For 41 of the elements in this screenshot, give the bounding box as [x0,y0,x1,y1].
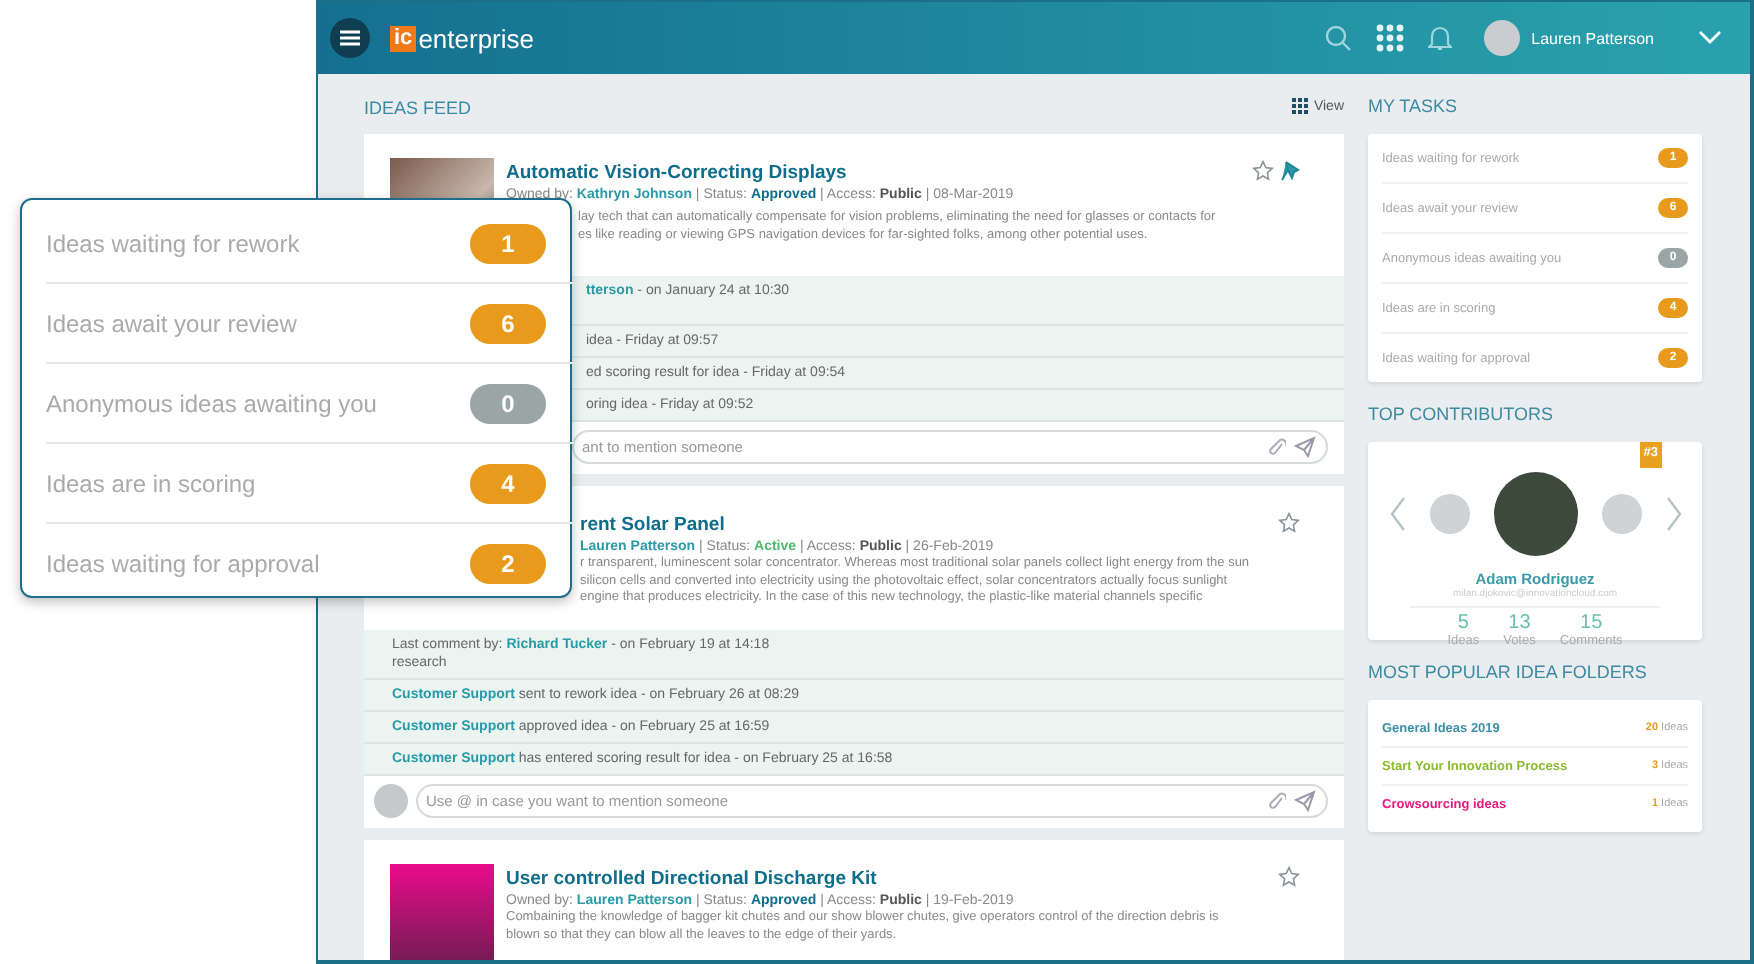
user-name[interactable]: Lauren Patterson [1531,29,1654,47]
send-icon[interactable] [1294,436,1316,458]
task-item[interactable]: Anonymous ideas awaiting you 0 [46,364,574,444]
chevron-down-icon[interactable] [1698,30,1722,46]
section-title: MY TASKS [1368,94,1460,120]
star-icon[interactable] [1278,512,1300,534]
task-item[interactable]: Ideas are in scoring 4 [46,444,574,524]
count-badge: 0 [470,383,546,423]
idea-title-link[interactable]: User controlled Directional Discharge Kit [506,866,877,892]
section-title: TOP CONTRIBUTORS [1368,402,1556,428]
paperclip-icon[interactable] [1268,436,1286,458]
count-badge: 2 [470,543,546,583]
bell-icon[interactable] [1427,24,1452,52]
section-title: IDEAS FEED [364,96,472,122]
star-icon[interactable] [1252,160,1274,182]
logo-mark: ic [390,25,417,51]
task-item[interactable]: Ideas await your review 6 [46,284,574,364]
idea-title-link[interactable]: Automatic Vision-Correcting Displays [506,160,847,186]
grid-icon [1291,98,1308,114]
menu-icon [340,30,360,46]
idea-title-link[interactable]: rent Solar Panel [580,512,725,538]
chevron-left-icon[interactable] [1389,496,1405,532]
send-icon[interactable] [1294,790,1316,812]
count-badge: 1 [470,223,546,263]
stat-value: 13 [1508,614,1531,634]
logo-text: enterprise [418,23,534,53]
stat-value: 5 [1457,614,1469,634]
menu-button[interactable] [330,18,370,58]
user-avatar[interactable] [1493,472,1577,556]
star-icon[interactable] [1278,866,1300,888]
paperclip-icon[interactable] [1268,790,1286,812]
stat-value: 15 [1580,614,1603,634]
pin-icon[interactable] [1280,160,1300,182]
apps-grid-icon[interactable] [1375,24,1404,52]
chevron-right-icon[interactable] [1665,496,1681,532]
count-badge: 4 [470,463,546,503]
image-placeholder [390,864,494,960]
task-item[interactable]: Ideas waiting for approval 2 [46,524,574,602]
count-badge: 6 [470,303,546,343]
search-icon[interactable] [1323,24,1352,52]
task-item[interactable]: Ideas waiting for rework 1 [46,204,574,284]
